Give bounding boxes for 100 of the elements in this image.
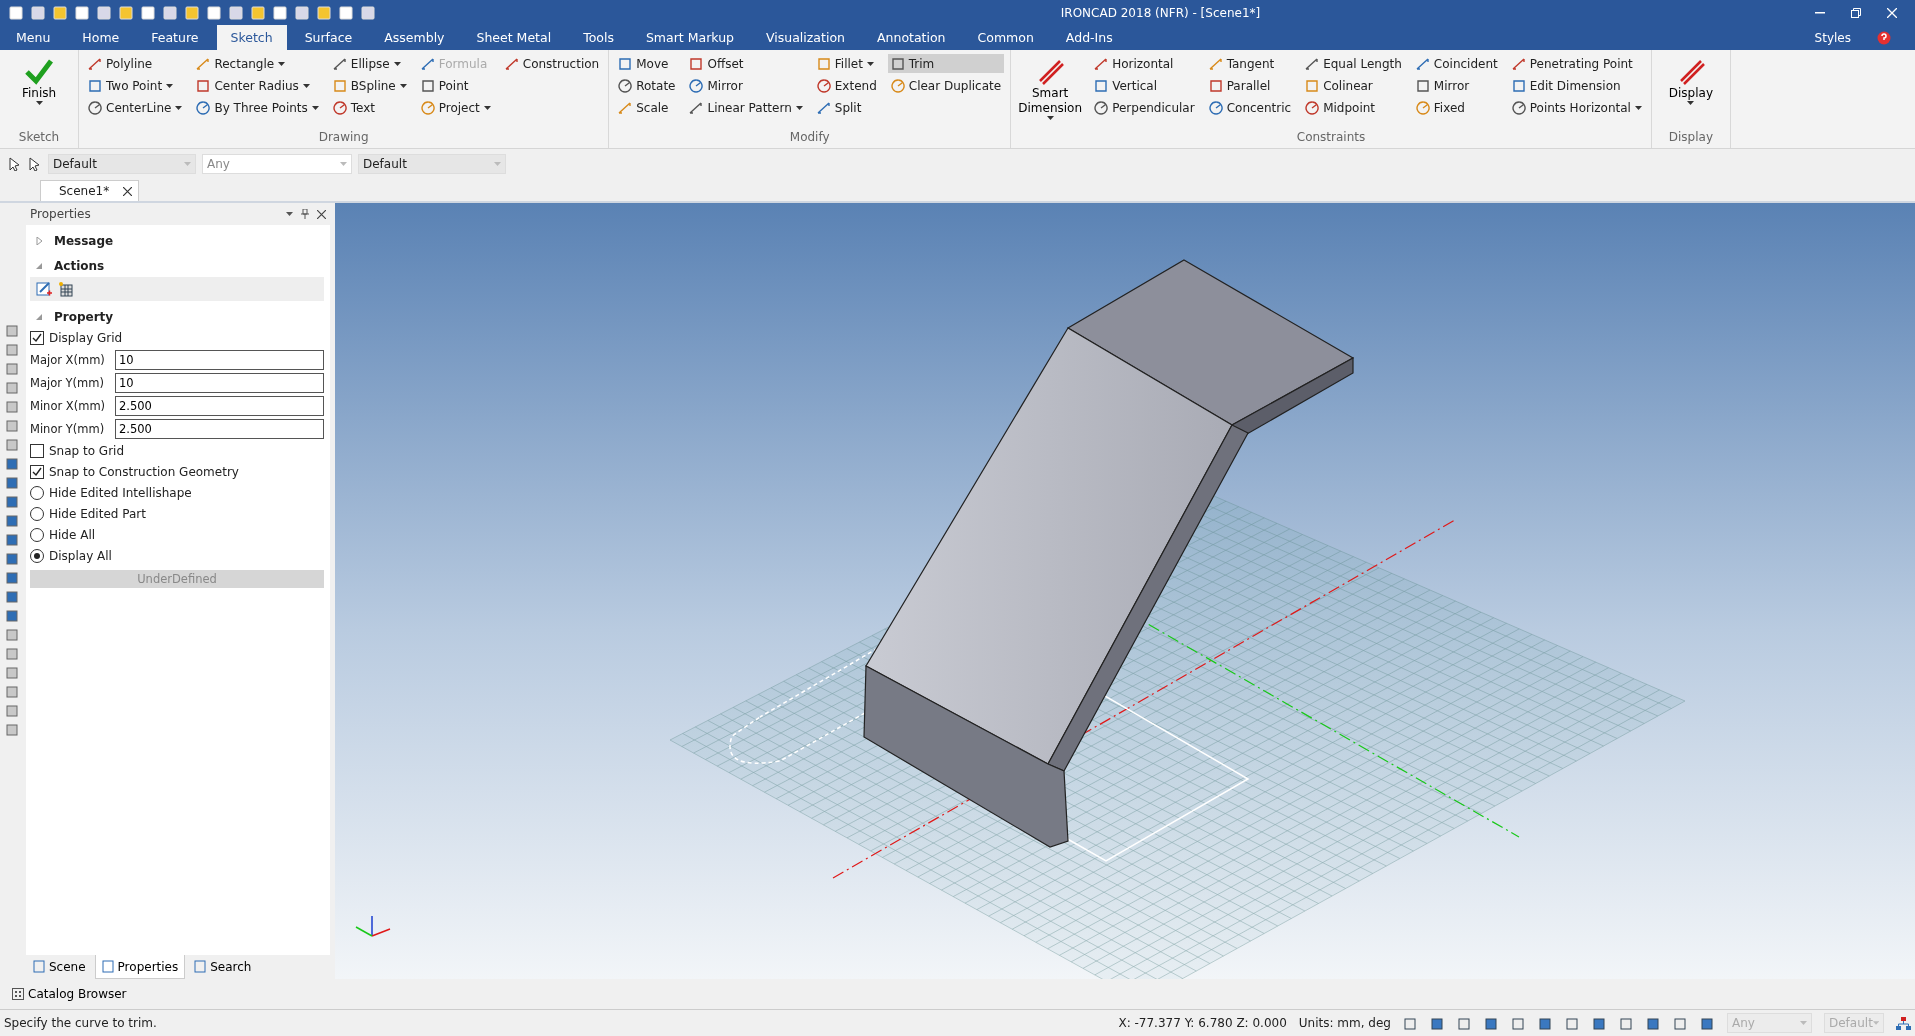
ribbon-tool-button[interactable]: Vertical	[1091, 76, 1198, 95]
ribbon-tool-button[interactable]: Parallel	[1205, 76, 1295, 95]
ribbon-tool-button[interactable]: Trim	[887, 54, 1005, 73]
ribbon-tool-button[interactable]: Perpendicular	[1091, 98, 1198, 117]
ribbon-tab[interactable]: Menu	[2, 25, 65, 50]
ribbon-tab[interactable]: Surface	[290, 25, 367, 50]
ribbon-tool-button[interactable]: CenterLine	[85, 98, 186, 117]
view-tool-icon[interactable]	[6, 532, 20, 546]
ribbon-tool-button[interactable]: Scale	[615, 98, 679, 117]
view-tool-icon[interactable]	[6, 703, 20, 717]
view-tool-icon[interactable]	[6, 722, 20, 736]
ribbon-tab[interactable]: Tools	[569, 25, 628, 50]
section-header[interactable]: Property	[54, 309, 114, 324]
table-icon[interactable]	[58, 281, 74, 297]
view-tool-icon[interactable]	[6, 570, 20, 584]
ribbon-tool-button[interactable]: Rectangle	[193, 54, 322, 73]
ribbon-tool-button[interactable]: Points Horizontal	[1508, 98, 1645, 117]
ribbon-tool-button[interactable]: Fillet	[813, 54, 880, 73]
minimize-icon[interactable]	[1815, 11, 1825, 14]
filter-dropdown[interactable]: Default	[48, 154, 196, 174]
view-tool-icon[interactable]	[6, 513, 20, 527]
view-tool-icon[interactable]	[6, 494, 20, 508]
ribbon-tool-button[interactable]: Extend	[813, 76, 880, 95]
quick-access-icon[interactable]	[8, 4, 24, 21]
catalog-browser-button[interactable]: Catalog Browser	[6, 986, 133, 1002]
quick-access-icon[interactable]	[140, 4, 156, 21]
ribbon-tool-button[interactable]: Center Radius	[193, 76, 322, 95]
ribbon-tool-button[interactable]: BSpline	[329, 76, 410, 95]
panel-tab[interactable]: Scene	[26, 955, 93, 979]
view-tool-icon[interactable]	[1403, 1015, 1418, 1031]
ribbon-tab[interactable]: Smart Markup	[631, 25, 748, 50]
input-field[interactable]: 2.500	[115, 395, 324, 416]
filter-dropdown[interactable]: Any	[202, 154, 352, 174]
view-tool-icon[interactable]	[1457, 1015, 1472, 1031]
styles-menu[interactable]: Styles	[1808, 25, 1857, 50]
view-tool-icon[interactable]	[6, 627, 20, 641]
hierarchy-icon[interactable]	[1896, 1015, 1911, 1031]
view-tool-icon[interactable]	[6, 665, 20, 679]
quick-access-icon[interactable]	[184, 4, 200, 21]
ribbon-tool-button[interactable]: Offset	[686, 54, 806, 73]
quick-access-icon[interactable]	[206, 4, 222, 21]
panel-tab[interactable]: Search	[187, 955, 259, 979]
ribbon-tool-button[interactable]: Concentric	[1205, 98, 1295, 117]
input-field[interactable]: 2.500	[115, 418, 324, 439]
view-tool-icon[interactable]	[6, 361, 20, 375]
ribbon-tool-button[interactable]: Tangent	[1205, 54, 1295, 73]
checkbox[interactable]	[30, 330, 44, 345]
input-field[interactable]: 10	[115, 349, 324, 370]
checkbox[interactable]	[30, 464, 44, 479]
view-tool-icon[interactable]	[6, 551, 20, 565]
view-tool-icon[interactable]	[6, 608, 20, 622]
ribbon-tool-button[interactable]: Mirror	[1412, 76, 1501, 95]
view-tool-icon[interactable]	[1700, 1015, 1715, 1031]
ribbon-tool-button[interactable]: Midpoint	[1302, 98, 1405, 117]
view-tool-icon[interactable]	[1673, 1015, 1688, 1031]
ribbon-tab[interactable]: Add-Ins	[1051, 25, 1127, 50]
ribbon-tab[interactable]: Sheet Metal	[462, 25, 566, 50]
edit-icon[interactable]	[36, 281, 52, 297]
view-tool-icon[interactable]	[6, 342, 20, 356]
section-header[interactable]: Message	[54, 233, 114, 248]
expanded-icon[interactable]	[36, 312, 43, 321]
cursor-icon[interactable]	[28, 157, 42, 171]
radio-button[interactable]	[30, 527, 44, 542]
quick-access-icon[interactable]	[30, 4, 46, 21]
ribbon-tab[interactable]: Sketch	[216, 25, 287, 50]
ribbon-tool-button[interactable]: Colinear	[1302, 76, 1405, 95]
ribbon-tool-button[interactable]: Split	[813, 98, 880, 117]
ribbon-tool-button[interactable]: Two Point	[85, 76, 186, 95]
ribbon-tool-button[interactable]: By Three Points	[193, 98, 322, 117]
ribbon-tool-button[interactable]: Ellipse	[329, 54, 410, 73]
view-tool-icon[interactable]	[6, 418, 20, 432]
ribbon-tab[interactable]: Visualization	[752, 25, 859, 50]
ribbon-tab[interactable]: Feature	[137, 25, 213, 50]
ribbon-tool-button[interactable]: Penetrating Point	[1508, 54, 1645, 73]
ribbon-tool-button[interactable]: Fixed	[1412, 98, 1501, 117]
pin-icon[interactable]	[301, 209, 309, 219]
view-tool-icon[interactable]	[6, 589, 20, 603]
ribbon-tool-button[interactable]: Project	[417, 98, 494, 117]
radio-button[interactable]	[30, 506, 44, 521]
ribbon-tool-button[interactable]: Clear Duplicate	[887, 76, 1005, 95]
help-icon[interactable]	[1877, 31, 1891, 45]
view-tool-icon[interactable]	[6, 646, 20, 660]
view-tool-icon[interactable]	[6, 437, 20, 451]
quick-access-icon[interactable]	[338, 4, 354, 21]
ribbon-tab[interactable]: Assembly	[370, 25, 459, 50]
view-tool-icon[interactable]	[6, 684, 20, 698]
quick-access-icon[interactable]	[272, 4, 288, 21]
ribbon-large-button[interactable]: Display	[1657, 54, 1724, 130]
checkbox[interactable]	[30, 443, 44, 458]
view-tool-icon[interactable]	[6, 456, 20, 470]
ribbon-tool-button[interactable]: Equal Length	[1302, 54, 1405, 73]
view-tool-icon[interactable]	[1646, 1015, 1661, 1031]
quick-access-icon[interactable]	[96, 4, 112, 21]
quick-access-icon[interactable]	[118, 4, 134, 21]
view-tool-icon[interactable]	[1565, 1015, 1580, 1031]
collapsed-icon[interactable]	[36, 236, 43, 245]
view-tool-icon[interactable]	[1619, 1015, 1634, 1031]
close-icon[interactable]	[123, 186, 133, 196]
ribbon-tool-button[interactable]: Point	[417, 76, 494, 95]
quick-access-icon[interactable]	[228, 4, 244, 21]
